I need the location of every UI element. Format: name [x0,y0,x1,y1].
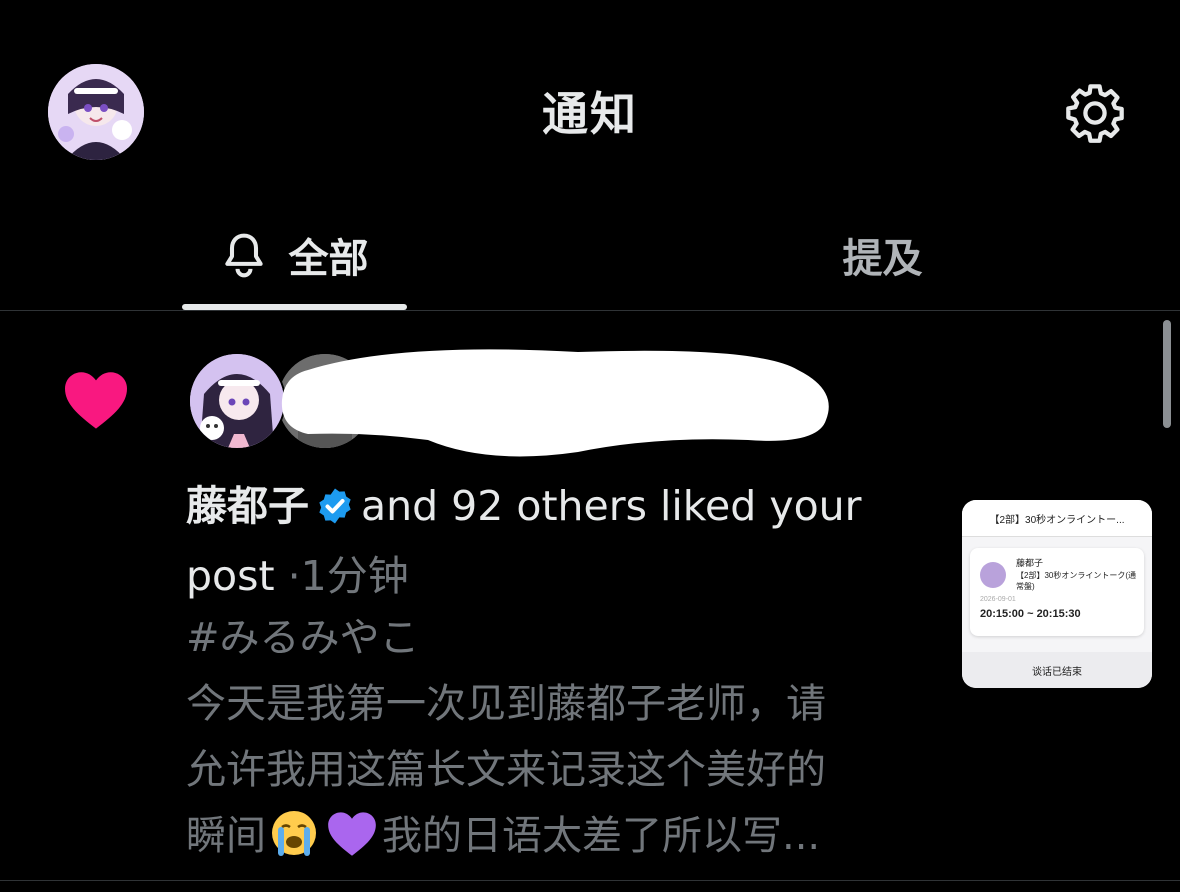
post-thumbnail[interactable]: 【2部】30秒オンライントー... 藤都子 【2部】30秒オンライントーク(通常… [962,500,1152,688]
liker-avatar[interactable] [188,352,286,450]
snippet-text: 瞬间 [186,813,266,859]
tab-mentions-label: 提及 [842,236,923,282]
tab-mentions[interactable]: 提及 [770,200,995,310]
purple-heart-emoji-icon [326,809,378,877]
user-name[interactable]: 藤都子 [186,482,309,530]
notification-tabs: 全部 提及 [0,200,1180,310]
thumbnail-card: 藤都子 【2部】30秒オンライントーク(通常盤) 2026-09-01 20:1… [970,548,1144,636]
thumbnail-header: 【2部】30秒オンライントー... [962,500,1152,537]
thumbnail-date: 2026-09-01 [980,596,1016,603]
verified-badge-icon [315,480,355,544]
snippet-text: 我的日语太差了所以写... [382,813,821,859]
thumbnail-avatar [980,562,1006,588]
notification-text: 藤都子 and 92 others liked your post ·1分钟 [186,474,886,608]
tabs-divider [0,310,1180,311]
avatar-image [190,354,284,448]
thumbnail-event: 【2部】30秒オンライントーク(通常盤) [1016,571,1137,591]
notifications-page: 通知 全部 提及 藤都子 and 92 others liked your po… [0,0,1180,892]
thumbnail-name: 藤都子 [1016,558,1044,568]
snippet-line: #みるみやこ [186,615,420,661]
thumbnail-time: 20:15:00 ~ 20:15:30 [980,608,1081,620]
tab-all[interactable]: 全部 [182,200,407,310]
bell-icon [221,231,267,279]
snippet-line: 瞬间 我的日语太差了所以写... [186,803,916,877]
heart-icon [65,372,127,429]
post-snippet: #みるみやこ 今天是我第一次见到藤都子老师，请 允许我用这篇长文来记录这个美好的… [186,605,916,877]
gear-icon [1066,84,1124,143]
snippet-line: 允许我用这篇长文来记录这个美好的 [186,747,826,793]
redaction-scribble [281,349,829,457]
scrollbar[interactable] [1163,320,1171,428]
page-title: 通知 [542,87,638,141]
item-divider [0,880,1180,881]
timestamp: 1分钟 [300,552,409,600]
thumbnail-footer: 谈话已结束 [962,652,1152,688]
settings-button[interactable] [1062,80,1128,146]
snippet-line: 今天是我第一次见到藤都子老师，请 [186,681,826,727]
crying-face-emoji-icon [270,809,318,877]
tab-all-label: 全部 [288,236,369,282]
separator-dot: · [287,552,301,600]
